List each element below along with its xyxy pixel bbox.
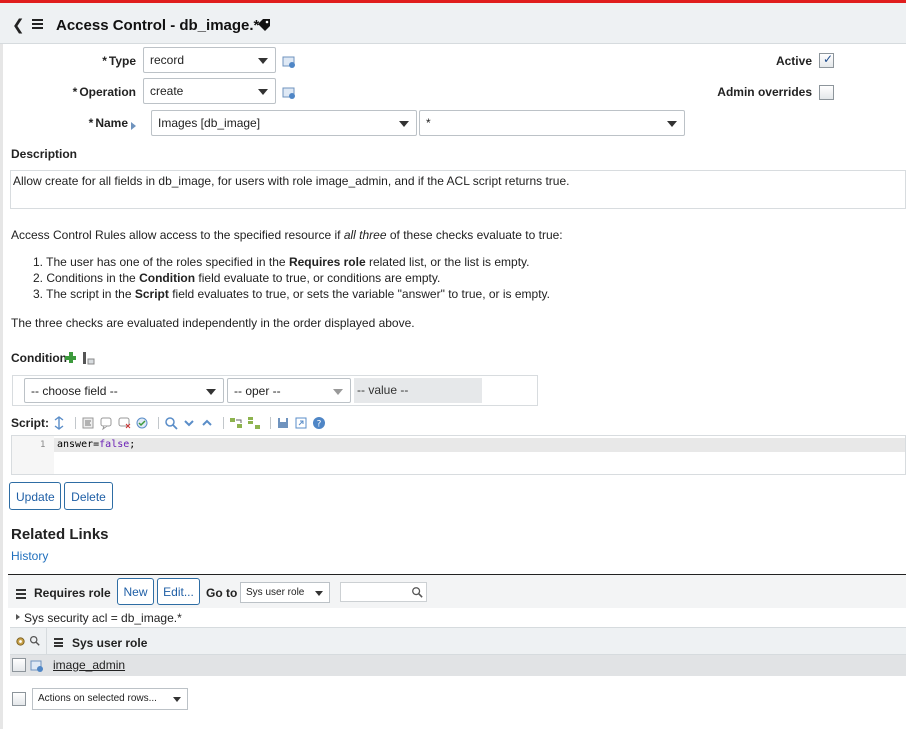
form-header: ❮ Access Control - db_image.* bbox=[0, 3, 906, 44]
acl-help-intro: Access Control Rules allow access to the… bbox=[11, 228, 563, 242]
replace-all-icon[interactable] bbox=[247, 416, 261, 430]
chevron-down-icon bbox=[206, 389, 216, 395]
admin-overrides-label: Admin overrides bbox=[717, 85, 812, 99]
help-icon[interactable]: ? bbox=[312, 416, 326, 430]
condition-oper-select[interactable]: -- oper -- bbox=[227, 378, 351, 403]
operation-label: * Operation bbox=[72, 85, 136, 99]
column-header-sys-user-role[interactable]: Sys user role bbox=[72, 636, 147, 650]
caret-right-icon[interactable] bbox=[131, 122, 136, 130]
update-button[interactable]: Update bbox=[9, 482, 61, 510]
replace-icon[interactable] bbox=[229, 416, 243, 430]
condition-value-input[interactable]: -- value -- bbox=[354, 378, 482, 403]
variables-icon[interactable] bbox=[282, 86, 296, 100]
script-editor[interactable]: 1 answer=false; bbox=[11, 435, 906, 475]
list-item: 3. The script in the Script field evalua… bbox=[33, 287, 550, 301]
filter-breadcrumb[interactable]: Sys security acl = db_image.* bbox=[10, 609, 906, 627]
hamburger-menu-icon[interactable] bbox=[16, 589, 26, 599]
condition-label: Condition bbox=[11, 351, 67, 365]
active-checkbox[interactable]: ✓ bbox=[819, 52, 834, 68]
select-all-checkbox[interactable] bbox=[12, 692, 26, 706]
variables-icon[interactable] bbox=[282, 55, 296, 69]
column-menu-icon[interactable] bbox=[54, 638, 63, 647]
line-number: 1 bbox=[40, 440, 46, 450]
find-next-icon[interactable] bbox=[182, 416, 196, 430]
search-icon[interactable] bbox=[29, 635, 40, 646]
editor-gutter: 1 bbox=[12, 436, 54, 474]
svg-text:?: ? bbox=[317, 420, 322, 430]
search-icon[interactable] bbox=[164, 416, 178, 430]
comment-icon[interactable] bbox=[99, 416, 113, 430]
edit-button[interactable]: Edit... bbox=[157, 578, 200, 605]
chevron-down-icon bbox=[258, 89, 268, 95]
operation-select[interactable]: create bbox=[143, 78, 276, 104]
chevron-down-icon bbox=[333, 389, 343, 395]
chevron-left-icon[interactable]: ❮ bbox=[12, 16, 25, 34]
script-label: Script: bbox=[11, 416, 50, 430]
admin-overrides-checkbox[interactable] bbox=[819, 85, 834, 100]
page-title: Access Control - db_image.* bbox=[56, 17, 260, 34]
check-syntax-icon[interactable] bbox=[135, 416, 149, 430]
related-list-header: Requires role New Edit... Go to Sys user… bbox=[8, 574, 906, 608]
chevron-down-icon bbox=[315, 591, 323, 596]
description-textarea[interactable]: Allow create for all fields in db_image,… bbox=[10, 170, 906, 209]
acl-checks-list: 1. The user has one of the roles specifi… bbox=[33, 254, 550, 302]
acl-help-footer: The three checks are evaluated independe… bbox=[11, 316, 415, 330]
role-link-image-admin[interactable]: image_admin bbox=[53, 658, 125, 672]
find-previous-icon[interactable] bbox=[200, 416, 214, 430]
save-icon[interactable] bbox=[276, 416, 290, 430]
description-label: Description bbox=[11, 147, 78, 161]
actions-select[interactable]: Actions on selected rows... bbox=[32, 688, 188, 710]
list-item: 1. The user has one of the roles specifi… bbox=[33, 255, 530, 269]
chevron-down-icon bbox=[667, 121, 677, 127]
related-list-search-input[interactable] bbox=[340, 582, 427, 602]
checkmark-icon: ✓ bbox=[823, 52, 834, 66]
new-button[interactable]: New bbox=[117, 578, 154, 605]
related-links-title: Related Links bbox=[11, 526, 109, 543]
chevron-down-icon bbox=[173, 697, 181, 702]
fullscreen-icon[interactable] bbox=[294, 416, 308, 430]
left-edge-bar bbox=[0, 40, 3, 729]
chevron-down-icon bbox=[399, 121, 409, 127]
goto-field-select[interactable]: Sys user role bbox=[240, 582, 330, 603]
hamburger-menu-icon[interactable] bbox=[32, 19, 43, 29]
gear-icon[interactable] bbox=[15, 636, 26, 647]
related-list-title: Requires role bbox=[34, 586, 111, 600]
tag-icon[interactable] bbox=[257, 18, 271, 32]
chevron-down-icon bbox=[258, 58, 268, 64]
preview-record-icon[interactable] bbox=[30, 659, 44, 673]
format-code-icon[interactable] bbox=[81, 416, 95, 430]
name-table-select[interactable]: Images [db_image] bbox=[151, 110, 417, 136]
table-header-row: Sys user role bbox=[10, 627, 906, 655]
add-or-condition-icon[interactable] bbox=[81, 351, 95, 365]
add-and-condition-icon[interactable] bbox=[64, 351, 78, 365]
caret-right-icon[interactable] bbox=[16, 614, 20, 620]
uncomment-icon[interactable] bbox=[117, 416, 131, 430]
history-link[interactable]: History bbox=[11, 549, 48, 563]
script-toolbar: Script: ? bbox=[11, 414, 330, 432]
condition-field-select[interactable]: -- choose field -- bbox=[24, 378, 224, 403]
delete-button[interactable]: Delete bbox=[64, 482, 113, 510]
toggle-syntax-icon[interactable] bbox=[52, 416, 66, 430]
list-item: 2. Conditions in the Condition field eva… bbox=[33, 271, 441, 285]
type-label: * Type bbox=[102, 54, 136, 68]
active-label: Active bbox=[775, 54, 812, 68]
code-line[interactable]: answer=false; bbox=[54, 438, 905, 452]
name-label: * Name bbox=[88, 116, 128, 130]
goto-label: Go to bbox=[206, 586, 238, 600]
type-select[interactable]: record bbox=[143, 47, 276, 73]
row-select-checkbox[interactable] bbox=[12, 658, 26, 672]
search-icon[interactable] bbox=[411, 586, 423, 598]
name-field-select[interactable]: * bbox=[419, 110, 685, 136]
table-row: image_admin bbox=[10, 655, 906, 676]
